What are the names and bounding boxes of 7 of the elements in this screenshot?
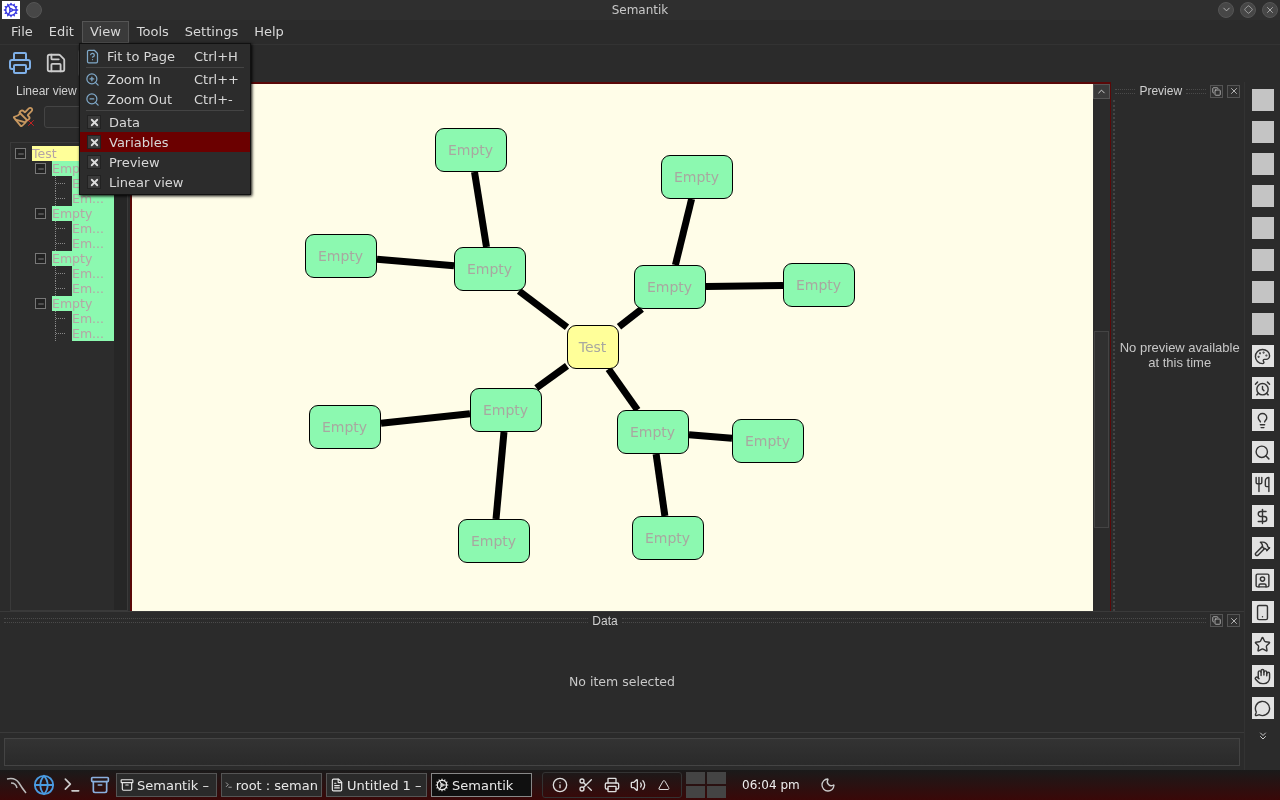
dock-title: Data [592,613,618,628]
dock-title: Linear view [16,84,77,99]
preview-message: No preview available at this time [1118,340,1241,371]
data-message: No item selected [569,673,675,691]
clock: 06:04 pm [742,778,800,793]
dock-title: Preview [1139,84,1183,99]
window-title: Semantik [611,2,669,17]
